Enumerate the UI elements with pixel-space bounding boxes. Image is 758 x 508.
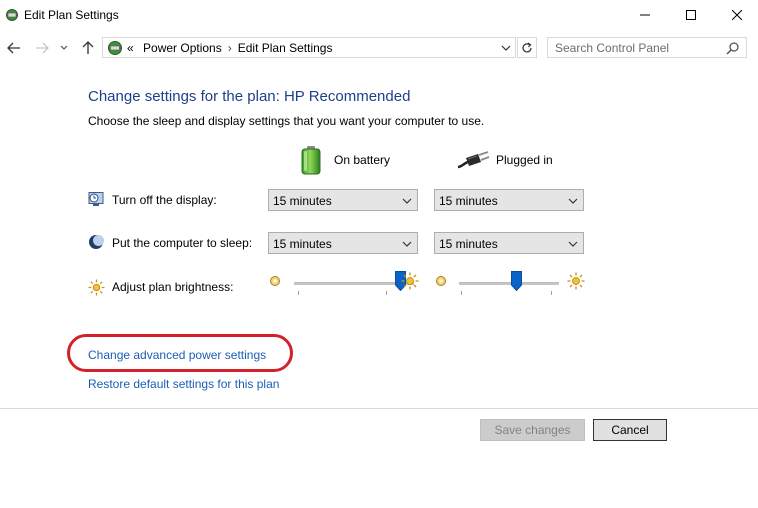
minimize-icon (640, 14, 650, 16)
column-header-plugged-in: Plugged in (456, 146, 553, 174)
row-label-turn-off-display: Turn off the display: (112, 193, 217, 207)
up-button[interactable] (78, 38, 98, 58)
search-icon[interactable] (726, 41, 740, 55)
display-timer-icon (88, 192, 104, 206)
arrow-left-icon (7, 42, 20, 54)
power-options-icon (6, 9, 18, 21)
sleep-moon-icon (89, 235, 104, 249)
breadcrumb-overflow[interactable]: « (127, 41, 134, 55)
chevron-down-icon (402, 241, 412, 247)
battery-icon (301, 146, 321, 175)
search-box[interactable] (547, 37, 747, 58)
forward-button[interactable] (32, 38, 52, 58)
power-options-icon (108, 41, 122, 55)
chevron-down-icon (60, 45, 68, 50)
brightness-sun-icon (88, 279, 105, 296)
maximize-button[interactable] (668, 0, 714, 30)
select-display-on-battery[interactable]: 15 minutes (268, 189, 418, 211)
refresh-icon (522, 42, 532, 52)
page-description: Choose the sleep and display settings th… (88, 114, 485, 128)
select-value: 15 minutes (439, 237, 498, 251)
brightness-high-icon (401, 272, 419, 290)
title-bar[interactable]: Edit Plan Settings (0, 0, 758, 32)
close-button[interactable] (714, 0, 758, 30)
address-bar[interactable]: « Power Options › Edit Plan Settings (102, 37, 516, 58)
breadcrumb-item-power-options[interactable]: Power Options (137, 41, 222, 55)
change-advanced-power-settings-link[interactable]: Change advanced power settings (88, 348, 266, 362)
breadcrumb: « Power Options › Edit Plan Settings (127, 41, 332, 55)
slider-thumb[interactable] (511, 271, 522, 291)
chevron-down-icon (501, 45, 511, 51)
footer-divider (0, 408, 758, 409)
save-changes-button[interactable]: Save changes (480, 419, 585, 441)
brightness-low-icon (270, 276, 280, 286)
refresh-button[interactable] (517, 37, 537, 58)
address-dropdown-button[interactable] (499, 40, 513, 55)
select-value: 15 minutes (439, 194, 498, 208)
brightness-slider-plugged-in[interactable] (459, 271, 559, 301)
cancel-button[interactable]: Cancel (593, 419, 667, 441)
select-sleep-on-battery[interactable]: 15 minutes (268, 232, 418, 254)
slider-tick (386, 291, 387, 295)
breadcrumb-item-edit-plan-settings[interactable]: Edit Plan Settings (238, 41, 333, 55)
slider-tick (461, 291, 462, 295)
slider-track[interactable] (459, 282, 559, 285)
chevron-down-icon (402, 198, 412, 204)
back-button[interactable] (4, 38, 24, 58)
minimize-button[interactable] (622, 0, 668, 30)
chevron-down-icon (568, 241, 578, 247)
search-input[interactable] (548, 38, 725, 57)
select-sleep-plugged-in[interactable]: 15 minutes (434, 232, 584, 254)
arrow-up-icon (82, 41, 94, 54)
brightness-slider-on-battery[interactable] (294, 271, 414, 301)
arrow-right-icon (36, 42, 49, 54)
maximize-icon (686, 10, 696, 20)
restore-default-settings-link[interactable]: Restore default settings for this plan (88, 377, 279, 391)
recent-locations-button[interactable] (57, 38, 71, 58)
chevron-down-icon (568, 198, 578, 204)
select-value: 15 minutes (273, 237, 332, 251)
power-plug-icon (457, 151, 490, 169)
brightness-high-icon (567, 272, 585, 290)
window-title: Edit Plan Settings (24, 8, 119, 22)
page-title: Change settings for the plan: HP Recomme… (88, 88, 411, 105)
column-label-on-battery: On battery (334, 153, 391, 167)
breadcrumb-separator: › (227, 41, 232, 55)
slider-tick (551, 291, 552, 295)
brightness-low-icon (436, 276, 446, 286)
select-value: 15 minutes (273, 194, 332, 208)
close-icon (732, 10, 742, 20)
column-label-plugged-in: Plugged in (496, 153, 553, 167)
slider-tick (298, 291, 299, 295)
row-label-brightness: Adjust plan brightness: (112, 280, 234, 294)
select-display-plugged-in[interactable]: 15 minutes (434, 189, 584, 211)
column-header-on-battery: On battery (300, 146, 391, 175)
row-label-sleep: Put the computer to sleep: (112, 236, 253, 250)
